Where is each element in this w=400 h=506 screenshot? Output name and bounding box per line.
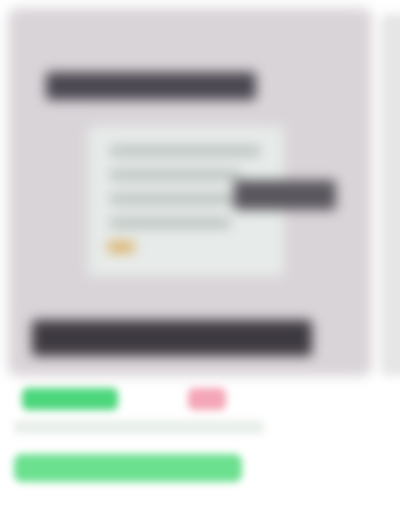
preview-card[interactable] xyxy=(8,8,372,376)
preview-footer-bar xyxy=(32,320,312,356)
action-button[interactable] xyxy=(14,454,242,482)
tag-row xyxy=(14,384,274,414)
panel-text-line xyxy=(110,218,230,228)
preview-side-button[interactable] xyxy=(234,180,336,210)
status-badge-green[interactable] xyxy=(22,388,118,410)
panel-text-line xyxy=(110,170,240,180)
panel-accent-mark xyxy=(108,242,134,252)
next-card-edge[interactable] xyxy=(380,14,400,376)
meta-subline xyxy=(14,420,264,434)
status-badge-pink[interactable] xyxy=(188,388,226,410)
panel-text-line xyxy=(110,194,250,204)
page xyxy=(0,0,400,506)
preview-title-bar xyxy=(46,72,256,100)
panel-text-line xyxy=(110,146,260,156)
